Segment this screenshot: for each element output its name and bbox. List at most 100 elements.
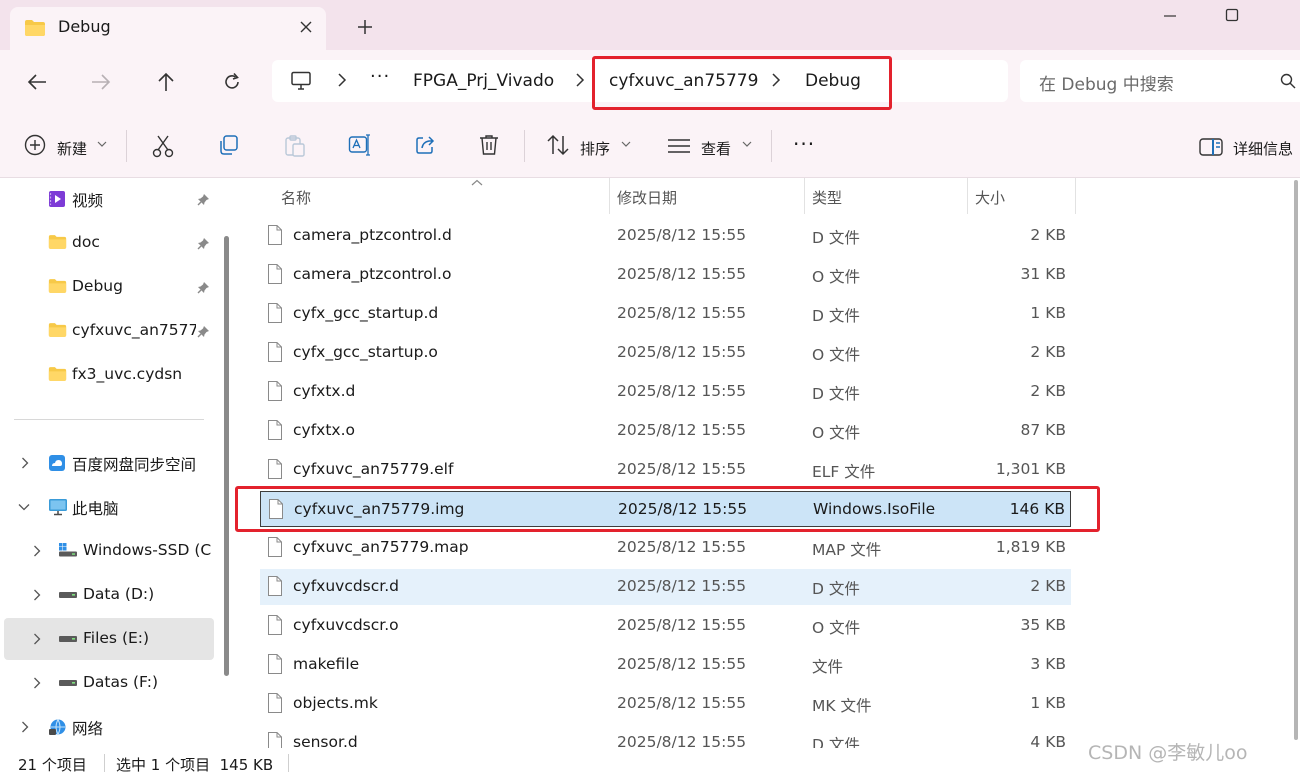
chevron-right-icon[interactable]	[336, 72, 348, 88]
file-row[interactable]: camera_ptzcontrol.d 2025/8/12 15:55 D 文件 2 …	[260, 218, 1071, 254]
sidebar-item-drive-e[interactable]: Files (E:)	[4, 618, 214, 660]
windows-drive-icon	[58, 542, 78, 558]
new-tab-icon[interactable]	[356, 18, 374, 36]
view-button[interactable]: 查看	[701, 138, 731, 159]
watermark: CSDN @李敏儿oo	[1088, 742, 1248, 764]
file-row[interactable]: cyfxuvcdscr.d 2025/8/12 15:55 D 文件 2 KB	[260, 569, 1071, 605]
file-row[interactable]: cyfx_gcc_startup.d 2025/8/12 15:55 D 文件 1 K…	[260, 296, 1071, 332]
selection-info: 选中 1 个项目 145 KB	[116, 756, 274, 774]
file-row[interactable]: cyfxuvc_an75779.elf 2025/8/12 15:55 ELF 文件…	[260, 452, 1071, 488]
cloud-sync-icon	[48, 454, 66, 472]
file-row[interactable]: cyfx_gcc_startup.o 2025/8/12 15:55 O 文件 2 K…	[260, 335, 1071, 371]
computer-icon	[48, 498, 68, 516]
view-icon[interactable]	[667, 138, 691, 154]
more-options-button[interactable]: ···	[793, 132, 815, 156]
file-row[interactable]: cyfxuvc_an75779.map 2025/8/12 15:55 MAP 文件…	[260, 530, 1071, 566]
column-header-type[interactable]: 类型	[804, 178, 967, 214]
sidebar-item-drive-c[interactable]: Windows-SSD (C:	[4, 530, 214, 572]
breadcrumb-fpga-prj-vivado[interactable]: FPGA_Prj_Vivado	[413, 71, 554, 91]
search-box[interactable]: 在 Debug 中搜索	[1020, 60, 1300, 102]
chevron-down-icon[interactable]	[18, 502, 30, 512]
sidebar-item-this-pc[interactable]: 此电脑	[4, 486, 214, 528]
pin-icon[interactable]	[197, 281, 210, 294]
file-name: sensor.d	[293, 733, 358, 748]
breadcrumb-overflow[interactable]: ···	[370, 66, 390, 87]
minimize-icon[interactable]	[1160, 6, 1180, 26]
file-size: 1,819 KB	[995, 538, 1066, 556]
sidebar-item-label: 网络	[72, 720, 104, 738]
details-button[interactable]: 详细信息	[1233, 138, 1293, 159]
forward-arrow-icon[interactable]	[90, 72, 112, 92]
sort-icon[interactable]	[546, 134, 570, 156]
sidebar-item-videos[interactable]: 视频	[4, 178, 214, 220]
pin-icon[interactable]	[197, 325, 210, 338]
file-type: MAP 文件	[812, 541, 882, 559]
file-row[interactable]: cyfxtx.d 2025/8/12 15:55 D 文件 2 KB	[260, 374, 1071, 410]
search-icon[interactable]	[1280, 73, 1296, 89]
share-icon[interactable]	[414, 134, 436, 156]
title-bar: Debug	[0, 0, 1300, 50]
sidebar-item-baidu-netdisk[interactable]: 百度网盘同步空间	[4, 442, 214, 484]
back-arrow-icon[interactable]	[26, 72, 48, 92]
paste-icon[interactable]	[284, 134, 306, 158]
file-name: cyfx_gcc_startup.o	[293, 343, 438, 361]
file-type: O 文件	[812, 268, 861, 286]
file-name: cyfxuvc_an75779.elf	[293, 460, 454, 478]
window-tab[interactable]: Debug	[10, 7, 326, 50]
chevron-down-icon[interactable]	[621, 140, 631, 148]
sidebar-item-fx3-uvc-cydsn[interactable]: fx3_uvc.cydsn	[4, 354, 214, 396]
file-row[interactable]: cyfxuvcdscr.o 2025/8/12 15:55 O 文件 35 KB	[260, 608, 1071, 644]
delete-icon[interactable]	[478, 134, 500, 156]
sidebar-item-debug[interactable]: Debug	[4, 266, 214, 308]
sidebar-item-doc[interactable]: doc	[4, 222, 214, 264]
chevron-right-icon[interactable]	[32, 633, 42, 645]
folder-icon	[48, 234, 67, 250]
refresh-icon[interactable]	[222, 72, 242, 92]
chevron-down-icon[interactable]	[742, 140, 752, 148]
drive-icon	[58, 590, 78, 600]
chevron-right-icon[interactable]	[32, 589, 42, 601]
sidebar-scrollbar[interactable]	[224, 236, 229, 676]
search-input[interactable]: 在 Debug 中搜索	[1039, 70, 1174, 95]
file-size: 1 KB	[1030, 304, 1066, 322]
close-tab-icon[interactable]	[298, 19, 314, 35]
file-row[interactable]: makefile 2025/8/12 15:55 文件 3 KB	[260, 647, 1071, 683]
file-row[interactable]: camera_ptzcontrol.o 2025/8/12 15:55 O 文件 31…	[260, 257, 1071, 293]
up-arrow-icon[interactable]	[156, 72, 176, 92]
chevron-right-icon[interactable]	[20, 457, 30, 469]
column-divider[interactable]	[1075, 178, 1076, 214]
column-header-date[interactable]: 修改日期	[609, 178, 804, 214]
pin-icon[interactable]	[197, 237, 210, 250]
sidebar-item-label: 视频	[72, 192, 104, 210]
rename-icon[interactable]	[348, 134, 372, 156]
new-icon[interactable]	[24, 134, 46, 156]
new-button[interactable]: 新建	[57, 138, 87, 159]
file-name: cyfxuvcdscr.o	[293, 616, 399, 634]
file-list-scrollbar[interactable]	[1294, 180, 1298, 740]
file-row[interactable]: objects.mk 2025/8/12 15:55 MK 文件 1 KB	[260, 686, 1071, 722]
file-row[interactable]: sensor.d 2025/8/12 15:55 D 文件 4 KB	[260, 725, 1071, 748]
chevron-right-icon[interactable]	[20, 721, 30, 733]
chevron-down-icon[interactable]	[97, 140, 107, 148]
maximize-icon[interactable]	[1222, 6, 1242, 26]
chevron-right-icon[interactable]	[32, 677, 42, 689]
cut-icon[interactable]	[152, 134, 174, 158]
column-header-name[interactable]: 名称	[273, 178, 609, 214]
sidebar-item-drive-d[interactable]: Data (D:)	[4, 574, 214, 616]
chevron-right-icon[interactable]	[574, 72, 586, 88]
pin-icon[interactable]	[197, 193, 210, 206]
sidebar-item-label: Debug	[72, 277, 123, 295]
file-date: 2025/8/12 15:55	[617, 538, 747, 556]
sidebar-item-drive-f[interactable]: Datas (F:)	[4, 662, 214, 704]
copy-icon[interactable]	[218, 134, 240, 156]
details-pane-icon[interactable]	[1199, 138, 1223, 156]
file-type: D 文件	[812, 736, 860, 748]
chevron-right-icon[interactable]	[32, 545, 42, 557]
sidebar-item-network[interactable]: 网络	[4, 706, 214, 748]
file-icon	[267, 692, 283, 714]
column-header-size[interactable]: 大小	[967, 178, 1075, 214]
sidebar-item-cyfxuvc-an75779[interactable]: cyfxuvc_an75779	[4, 310, 214, 352]
file-name: camera_ptzcontrol.d	[293, 226, 452, 244]
file-row[interactable]: cyfxtx.o 2025/8/12 15:55 O 文件 87 KB	[260, 413, 1071, 449]
sort-button[interactable]: 排序	[580, 138, 610, 159]
